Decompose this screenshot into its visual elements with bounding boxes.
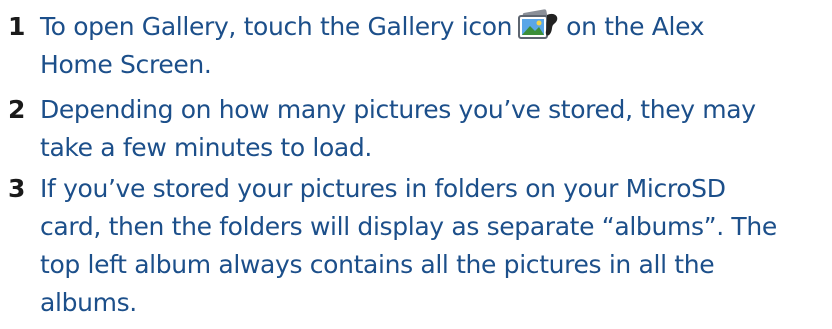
step-line: If you’ve stored your pictures in folder… — [40, 174, 726, 203]
step-3: 3 If you’ve stored your pictures in fold… — [0, 170, 832, 322]
step-1: 1 To open Gallery, touch the Gallery ico… — [0, 8, 832, 84]
step-line: top left album always contains all the p… — [40, 250, 715, 279]
step-text: If you’ve stored your pictures in folder… — [40, 170, 830, 322]
step-text: Depending on how many pictures you’ve st… — [40, 91, 830, 167]
step-line: To open Gallery, touch the Gallery icon … — [40, 8, 830, 46]
step-line: card, then the folders will display as s… — [40, 212, 777, 241]
step-line: Home Screen. — [40, 50, 212, 79]
step-number: 3 — [8, 174, 26, 203]
gallery-icon-graphic — [518, 9, 558, 39]
step-line: take a few minutes to load. — [40, 133, 372, 162]
step-number: 1 — [8, 12, 26, 41]
step-line-part: To open Gallery, touch the Gallery icon — [40, 12, 513, 41]
step-line-part: on the Alex — [566, 12, 705, 41]
step-2: 2 Depending on how many pictures you’ve … — [0, 91, 832, 167]
step-text: To open Gallery, touch the Gallery icon … — [40, 8, 830, 84]
gallery-icon — [516, 9, 562, 41]
step-line: albums. — [40, 288, 137, 317]
step-line: Depending on how many pictures you’ve st… — [40, 95, 756, 124]
step-number: 2 — [8, 95, 26, 124]
